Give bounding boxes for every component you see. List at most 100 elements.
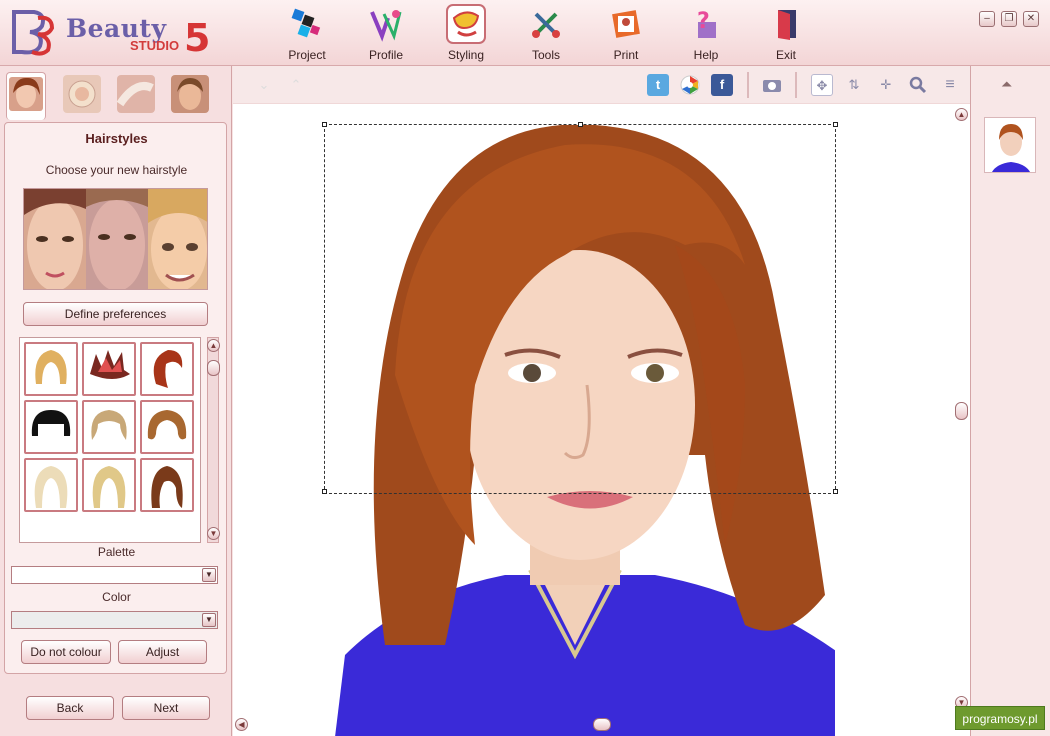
resize-handle[interactable] — [578, 122, 583, 127]
resize-handle[interactable] — [322, 122, 327, 127]
crosshair-icon[interactable]: ✛ — [875, 74, 897, 96]
next-button[interactable]: Next — [122, 696, 210, 720]
picasa-icon[interactable] — [679, 74, 701, 96]
hairstyle-item[interactable] — [24, 342, 78, 396]
styling-icon — [446, 4, 486, 44]
tools-icon — [532, 12, 560, 38]
panel-title: Hairstyles — [85, 131, 148, 146]
auburn-curly-hair-icon — [147, 410, 187, 440]
toolbar-tools-label: Tools — [531, 48, 560, 62]
hairstyle-item[interactable] — [24, 400, 78, 454]
svg-text:?: ? — [697, 9, 710, 34]
main-toolbar: Beauty STUDIO 5 Project Profile Styling — [0, 0, 1050, 66]
spiky-red-hair-icon — [90, 350, 130, 379]
tab-hairstyles[interactable] — [6, 72, 46, 120]
chevron-down-icon[interactable]: ▼ — [202, 568, 216, 582]
face-preview-image — [24, 189, 207, 289]
magnifier-graphic — [909, 76, 927, 94]
project-icon — [291, 8, 321, 38]
hairstyle-item[interactable] — [140, 458, 194, 512]
canvas-toolbar: ⌄ ⌃ t f ✥ ⇅ ✛ ≡ — [233, 66, 970, 104]
close-button[interactable]: ✕ — [1023, 11, 1039, 27]
chevron-down-icon[interactable]: ▼ — [202, 613, 216, 627]
back-button[interactable]: Back — [26, 696, 114, 720]
thumbnail-graphic — [985, 118, 1035, 172]
portrait-thumbnail[interactable] — [984, 117, 1036, 173]
camera-icon[interactable] — [761, 74, 783, 96]
facebook-icon[interactable]: f — [711, 74, 733, 96]
separator — [795, 72, 797, 98]
toolbar-styling-label: Styling — [447, 48, 485, 62]
palette-select[interactable]: ▼ — [11, 566, 218, 584]
define-preferences-button[interactable]: Define preferences — [23, 302, 208, 326]
toolbar-help-button[interactable]: ? Help — [675, 6, 737, 62]
restore-button[interactable]: ❐ — [1001, 11, 1017, 27]
print-icon — [612, 10, 640, 38]
canvas-horizontal-scrollbar[interactable]: ◀ — [233, 718, 970, 732]
toolbar-print-label: Print — [613, 48, 639, 62]
toolbar-tools-button[interactable]: Tools — [515, 6, 577, 62]
hairstyle-tab-icon — [9, 77, 43, 111]
hairstyle-item[interactable] — [140, 400, 194, 454]
toolbar-exit-button[interactable]: Exit — [755, 6, 817, 62]
color-select[interactable]: ▼ — [11, 611, 218, 629]
do-not-colour-button[interactable]: Do not colour — [21, 640, 111, 664]
zoom-icon[interactable] — [907, 74, 929, 96]
toolbar-project-button[interactable]: Project — [276, 6, 338, 62]
hairstyle-item[interactable] — [24, 458, 78, 512]
toolbar-exit-label: Exit — [775, 48, 796, 62]
tab-face[interactable] — [170, 74, 210, 114]
picasa-graphic — [680, 75, 700, 95]
toolbar-styling-button[interactable]: Styling — [435, 4, 497, 62]
hairstyles-panel: Hairstyles Choose your new hairstyle Def… — [4, 122, 227, 674]
rotate-icon[interactable]: ⇅ — [843, 74, 865, 96]
accessories-tab-icon — [116, 75, 155, 113]
chevron-down-icon[interactable]: ⌄ — [253, 74, 275, 96]
tab-makeup[interactable] — [62, 74, 102, 114]
toolbar-print-button[interactable]: Print — [595, 6, 657, 62]
scroll-thumb[interactable] — [207, 360, 220, 376]
profile-icon — [370, 10, 402, 42]
toolbar-profile-button[interactable]: Profile — [355, 6, 417, 62]
red-swept-hair-icon — [153, 350, 183, 388]
palette-label: Palette — [97, 545, 136, 559]
brand-version: 5 — [184, 16, 211, 60]
resize-handle[interactable] — [833, 489, 838, 494]
scroll-thumb[interactable] — [955, 402, 968, 420]
blonde-wavy-hair-icon — [91, 410, 127, 440]
hairstyle-item[interactable] — [140, 342, 194, 396]
canvas-area: ⌄ ⌃ t f ✥ ⇅ ✛ ≡ ▲ ▼ ◀ — [233, 66, 970, 736]
face-tab-icon — [171, 75, 209, 113]
chevron-up-icon[interactable]: ⌃ — [285, 74, 307, 96]
right-panel: ⏶ — [970, 66, 1050, 736]
hairstyle-grid-scrollbar[interactable]: ▲ ▼ — [207, 337, 220, 543]
scroll-down-icon[interactable]: ▼ — [207, 527, 220, 540]
scroll-left-icon[interactable]: ◀ — [235, 718, 248, 731]
resize-handle[interactable] — [833, 122, 838, 127]
twitter-icon[interactable]: t — [647, 74, 669, 96]
resize-handle[interactable] — [322, 489, 327, 494]
camera-graphic — [763, 80, 781, 92]
adjust-button[interactable]: Adjust — [118, 640, 207, 664]
black-fringe-hair-icon — [31, 410, 71, 436]
chevron-up-icon[interactable]: ⏶ — [1001, 76, 1012, 93]
scroll-thumb[interactable] — [593, 718, 611, 731]
hairstyle-item[interactable] — [82, 400, 136, 454]
minimize-button[interactable]: – — [979, 11, 995, 27]
scroll-up-icon[interactable]: ▲ — [955, 108, 968, 121]
tab-accessories[interactable] — [116, 74, 156, 114]
hairstyle-item[interactable] — [82, 458, 136, 512]
canvas-vertical-scrollbar[interactable]: ▲ ▼ — [955, 106, 968, 709]
menu-icon[interactable]: ≡ — [939, 74, 961, 96]
platinum-long-hair-icon — [34, 466, 68, 508]
scroll-up-icon[interactable]: ▲ — [207, 339, 220, 352]
toolbar-profile-label: Profile — [368, 48, 403, 62]
blonde-bob-hair-icon — [35, 350, 67, 384]
separator — [747, 72, 749, 98]
selection-box — [322, 122, 838, 494]
hairstyle-item[interactable] — [82, 342, 136, 396]
toolbar-project-label: Project — [288, 48, 326, 62]
face-type-preview[interactable] — [23, 188, 208, 290]
left-panel: Hairstyles Choose your new hairstyle Def… — [0, 66, 232, 736]
move-icon[interactable]: ✥ — [811, 74, 833, 96]
